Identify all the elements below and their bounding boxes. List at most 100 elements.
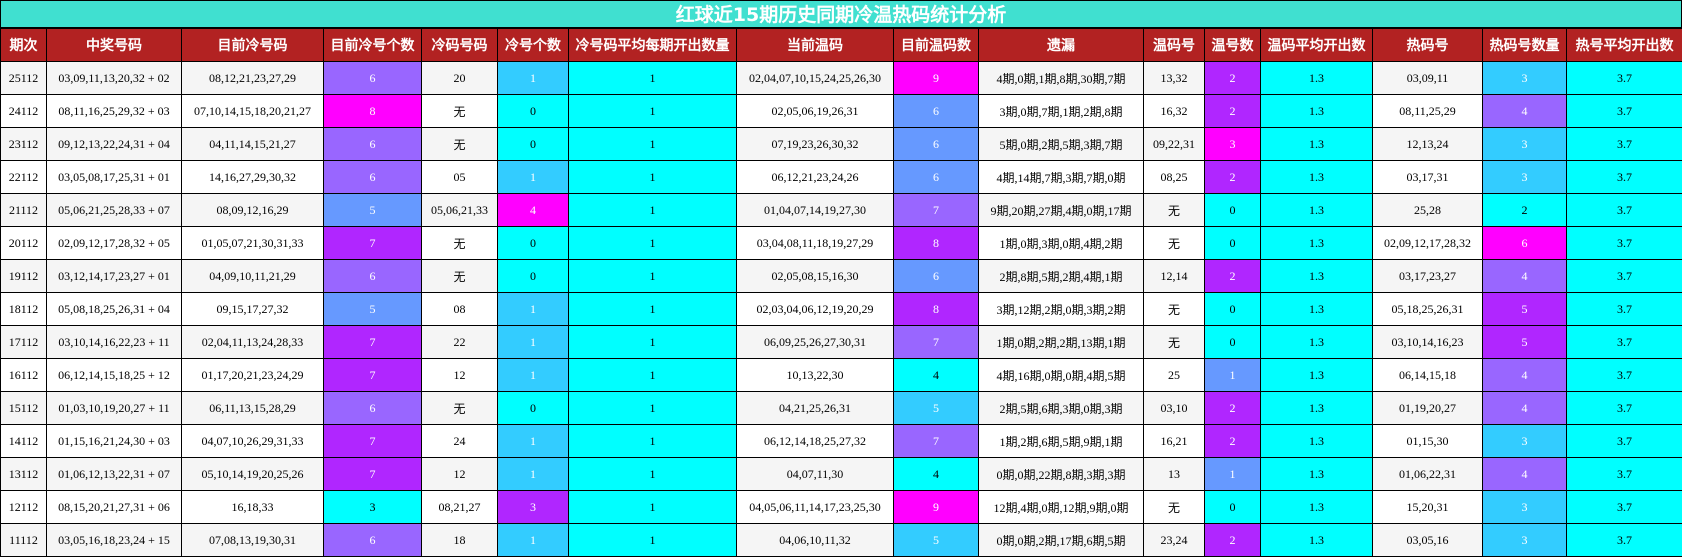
- cell-hot-code: 03,09,11: [1372, 61, 1483, 95]
- cell-winning-numbers: 06,12,14,15,18,25 + 12: [46, 358, 182, 392]
- page-title: 红球近15期历史同期冷温热码统计分析: [0, 0, 1682, 28]
- cell-warm-avg: 1.3: [1260, 94, 1373, 128]
- cell-hot-code: 03,17,23,27: [1372, 259, 1483, 293]
- cell-warm-code: 16,21: [1143, 424, 1205, 458]
- cell-cold-code: 12: [421, 457, 498, 491]
- cell-warm-code: 13,32: [1143, 61, 1205, 95]
- cell-warm-num: 2: [1204, 94, 1261, 128]
- cell-hot-count: 3: [1482, 61, 1567, 95]
- cell-hot-avg: 3.7: [1566, 61, 1682, 95]
- header-hot-count: 热码号数量: [1482, 28, 1567, 62]
- cell-issue: 13112: [0, 457, 47, 491]
- cell-hot-avg: 3.7: [1566, 457, 1682, 491]
- cell-miss: 9期,20期,27期,4期,0期,17期: [978, 193, 1144, 227]
- cell-cold-numbers: 04,09,10,11,21,29: [181, 259, 324, 293]
- cell-warm-count: 6: [893, 127, 979, 161]
- cell-warm-numbers: 04,05,06,11,14,17,23,25,30: [736, 490, 894, 524]
- table-row: 12112 08,15,20,21,27,31 + 06 16,18,33 3 08,2…: [0, 490, 1682, 524]
- cell-warm-avg: 1.3: [1260, 292, 1373, 326]
- cell-cold-num: 1: [497, 325, 569, 359]
- cell-miss: 5期,0期,2期,5期,3期,7期: [978, 127, 1144, 161]
- header-warm-numbers: 当前温码: [736, 28, 894, 62]
- cell-warm-numbers: 02,03,04,06,12,19,20,29: [736, 292, 894, 326]
- cell-cold-code: 无: [421, 94, 498, 128]
- cell-miss: 2期,5期,6期,3期,0期,3期: [978, 391, 1144, 425]
- header-miss: 遗漏: [978, 28, 1144, 62]
- cell-cold-count: 7: [323, 226, 422, 260]
- cell-warm-avg: 1.3: [1260, 127, 1373, 161]
- cell-cold-avg: 1: [568, 325, 737, 359]
- cell-warm-numbers: 06,09,25,26,27,30,31: [736, 325, 894, 359]
- cell-warm-avg: 1.3: [1260, 424, 1373, 458]
- cell-cold-avg: 1: [568, 292, 737, 326]
- table-row: 13112 01,06,12,13,22,31 + 07 05,10,14,19,2…: [0, 457, 1682, 491]
- cell-warm-numbers: 02,04,07,10,15,24,25,26,30: [736, 61, 894, 95]
- cell-cold-code: 05,06,21,33: [421, 193, 498, 227]
- cell-warm-count: 7: [893, 424, 979, 458]
- cell-warm-count: 4: [893, 358, 979, 392]
- cell-winning-numbers: 01,15,16,21,24,30 + 03: [46, 424, 182, 458]
- cell-hot-avg: 3.7: [1566, 226, 1682, 260]
- cell-miss: 1期,2期,6期,5期,9期,1期: [978, 424, 1144, 458]
- cell-warm-numbers: 02,05,08,15,16,30: [736, 259, 894, 293]
- cell-hot-avg: 3.7: [1566, 490, 1682, 524]
- table-row: 15112 01,03,10,19,20,27 + 11 06,11,13,15,2…: [0, 391, 1682, 425]
- cell-cold-numbers: 08,09,12,16,29: [181, 193, 324, 227]
- cell-warm-avg: 1.3: [1260, 457, 1373, 491]
- cell-issue: 24112: [0, 94, 47, 128]
- table-row: 17112 03,10,14,16,22,23 + 11 02,04,11,13,2…: [0, 325, 1682, 359]
- cell-cold-avg: 1: [568, 358, 737, 392]
- cell-warm-count: 6: [893, 259, 979, 293]
- cell-warm-code: 08,25: [1143, 160, 1205, 194]
- cell-cold-avg: 1: [568, 226, 737, 260]
- cell-cold-code: 无: [421, 391, 498, 425]
- cell-hot-count: 3: [1482, 424, 1567, 458]
- cell-hot-code: 01,15,30: [1372, 424, 1483, 458]
- cell-hot-code: 25,28: [1372, 193, 1483, 227]
- cell-winning-numbers: 03,12,14,17,23,27 + 01: [46, 259, 182, 293]
- cell-cold-numbers: 08,12,21,23,27,29: [181, 61, 324, 95]
- cell-hot-count: 4: [1482, 94, 1567, 128]
- table-row: 18112 05,08,18,25,26,31 + 04 09,15,17,27,3…: [0, 292, 1682, 326]
- cell-cold-numbers: 07,08,13,19,30,31: [181, 523, 324, 557]
- cell-hot-code: 02,09,12,17,28,32: [1372, 226, 1483, 260]
- cell-cold-count: 3: [323, 490, 422, 524]
- cell-warm-count: 9: [893, 490, 979, 524]
- cell-hot-avg: 3.7: [1566, 523, 1682, 557]
- cell-cold-code: 24: [421, 424, 498, 458]
- cell-cold-numbers: 01,17,20,21,23,24,29: [181, 358, 324, 392]
- cell-cold-avg: 1: [568, 127, 737, 161]
- header-issue: 期次: [0, 28, 47, 62]
- header-cold-numbers: 目前冷号码: [181, 28, 324, 62]
- cell-hot-count: 3: [1482, 523, 1567, 557]
- cell-warm-numbers: 06,12,21,23,24,26: [736, 160, 894, 194]
- table-row: 24112 08,11,16,25,29,32 + 03 07,10,14,15,1…: [0, 94, 1682, 128]
- cell-hot-code: 08,11,25,29: [1372, 94, 1483, 128]
- cell-cold-count: 7: [323, 424, 422, 458]
- table-row: 19112 03,12,14,17,23,27 + 01 04,09,10,11,2…: [0, 259, 1682, 293]
- cell-hot-count: 4: [1482, 358, 1567, 392]
- cell-warm-numbers: 04,06,10,11,32: [736, 523, 894, 557]
- cell-warm-code: 无: [1143, 292, 1205, 326]
- cell-cold-numbers: 04,07,10,26,29,31,33: [181, 424, 324, 458]
- cell-cold-numbers: 14,16,27,29,30,32: [181, 160, 324, 194]
- cell-winning-numbers: 05,08,18,25,26,31 + 04: [46, 292, 182, 326]
- cell-miss: 3期,0期,7期,1期,2期,8期: [978, 94, 1144, 128]
- cell-hot-count: 5: [1482, 325, 1567, 359]
- cell-cold-num: 0: [497, 391, 569, 425]
- cell-issue: 17112: [0, 325, 47, 359]
- cell-warm-count: 4: [893, 457, 979, 491]
- stats-table: 期次 中奖号码 目前冷号码 目前冷号个数 冷码号码 冷号个数 冷号码平均每期开出…: [0, 28, 1682, 557]
- header-row: 期次 中奖号码 目前冷号码 目前冷号个数 冷码号码 冷号个数 冷号码平均每期开出…: [0, 28, 1682, 62]
- cell-cold-code: 无: [421, 259, 498, 293]
- cell-hot-avg: 3.7: [1566, 325, 1682, 359]
- cell-winning-numbers: 08,11,16,25,29,32 + 03: [46, 94, 182, 128]
- cell-winning-numbers: 09,12,13,22,24,31 + 04: [46, 127, 182, 161]
- header-cold-count: 目前冷号个数: [323, 28, 422, 62]
- cell-cold-numbers: 06,11,13,15,28,29: [181, 391, 324, 425]
- cell-winning-numbers: 01,03,10,19,20,27 + 11: [46, 391, 182, 425]
- cell-warm-avg: 1.3: [1260, 160, 1373, 194]
- cell-cold-code: 18: [421, 523, 498, 557]
- cell-warm-code: 无: [1143, 226, 1205, 260]
- cell-issue: 25112: [0, 61, 47, 95]
